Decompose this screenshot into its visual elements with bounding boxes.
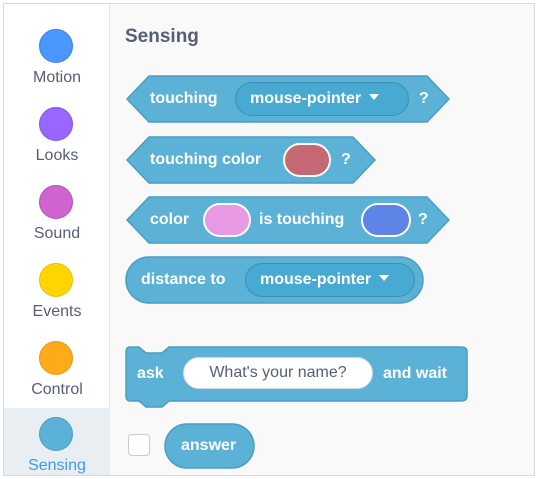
category-looks[interactable]: Looks <box>4 98 110 176</box>
category-label: Events <box>32 303 82 320</box>
touching-color-block[interactable]: touching color ? <box>125 135 377 185</box>
distance-to-block[interactable]: distance to mouse-pointer <box>125 255 425 305</box>
control-dot-icon <box>39 341 73 375</box>
block-middle-label: is touching <box>259 211 345 228</box>
color-swatch[interactable] <box>203 203 251 237</box>
ask-and-wait-block[interactable]: ask What's your name? and wait <box>125 346 469 410</box>
color-swatch[interactable] <box>361 203 411 237</box>
category-motion[interactable]: Motion <box>4 20 110 98</box>
touching-block[interactable]: touching mouse-pointer ? <box>125 74 451 124</box>
block-label: color <box>150 211 190 228</box>
category-label: Motion <box>32 69 82 86</box>
block-suffix: and wait <box>383 365 448 382</box>
category-label: Looks <box>35 147 79 164</box>
chevron-down-icon <box>379 275 390 282</box>
block-label: answer <box>181 437 237 454</box>
category-events[interactable]: Events <box>4 254 110 332</box>
category-control[interactable]: Control <box>4 332 110 410</box>
block-suffix: ? <box>419 90 429 107</box>
palette-title: Sensing <box>125 26 199 47</box>
question-input[interactable]: What's your name? <box>183 357 373 389</box>
answer-block[interactable]: answer <box>164 423 256 469</box>
block-label: touching color <box>150 151 262 168</box>
block-suffix: ? <box>418 211 428 228</box>
looks-dot-icon <box>39 107 73 141</box>
block-suffix: ? <box>341 151 351 168</box>
color-swatch[interactable] <box>283 143 331 177</box>
blocks-panel: Motion Looks Sound Events Control Sensin… <box>3 3 535 476</box>
block-palette: Sensing touching mouse-pointer ? touchin… <box>111 4 534 475</box>
chevron-down-icon <box>369 94 380 101</box>
category-label: Sound <box>33 225 81 242</box>
category-label: Control <box>31 381 83 398</box>
menu-value: mouse-pointer <box>260 271 372 288</box>
block-label: distance to <box>141 271 226 288</box>
category-sound[interactable]: Sound <box>4 176 110 254</box>
answer-monitor-checkbox[interactable] <box>128 434 150 456</box>
touching-menu[interactable]: mouse-pointer <box>235 82 409 116</box>
category-sensing[interactable]: Sensing <box>4 408 110 475</box>
events-dot-icon <box>39 263 73 297</box>
category-menu: Motion Looks Sound Events Control Sensin… <box>4 4 110 475</box>
motion-dot-icon <box>39 29 73 63</box>
block-label: ask <box>137 365 164 382</box>
sound-dot-icon <box>39 185 73 219</box>
color-touching-block[interactable]: color is touching ? <box>125 195 451 245</box>
sensing-dot-icon <box>39 417 73 451</box>
menu-value: mouse-pointer <box>250 90 362 107</box>
category-label: Sensing <box>28 457 86 474</box>
block-label: touching <box>150 90 218 107</box>
distance-menu[interactable]: mouse-pointer <box>245 263 415 297</box>
